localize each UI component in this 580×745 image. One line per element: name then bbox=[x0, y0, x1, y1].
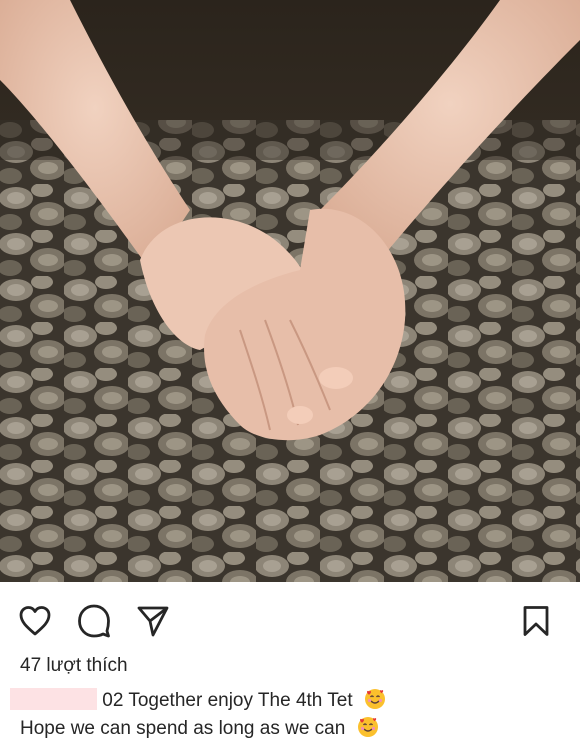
likes-count[interactable]: 47 lượt thích bbox=[20, 655, 128, 677]
caption-text-2: Hope we can spend as long as we can bbox=[20, 718, 346, 739]
post-image-illustration bbox=[0, 0, 580, 582]
bookmark-outline-icon[interactable] bbox=[518, 603, 554, 639]
smiling-face-with-hearts-icon bbox=[357, 716, 379, 738]
caption-line-2: Hope we can spend as long as we can bbox=[20, 716, 379, 740]
post-action-bar bbox=[0, 582, 580, 654]
smiling-face-with-hearts-icon bbox=[364, 688, 386, 710]
paper-plane-icon[interactable] bbox=[135, 603, 171, 639]
caption-text-1: 02 Together enjoy The 4th Tet bbox=[102, 690, 353, 711]
comment-bubble-icon[interactable] bbox=[76, 603, 112, 639]
heart-outline-icon[interactable] bbox=[17, 603, 53, 639]
caption-line-1: 02 Together enjoy The 4th Tet bbox=[10, 688, 386, 712]
username-redacted[interactable] bbox=[10, 688, 97, 710]
post-image[interactable] bbox=[0, 0, 580, 582]
